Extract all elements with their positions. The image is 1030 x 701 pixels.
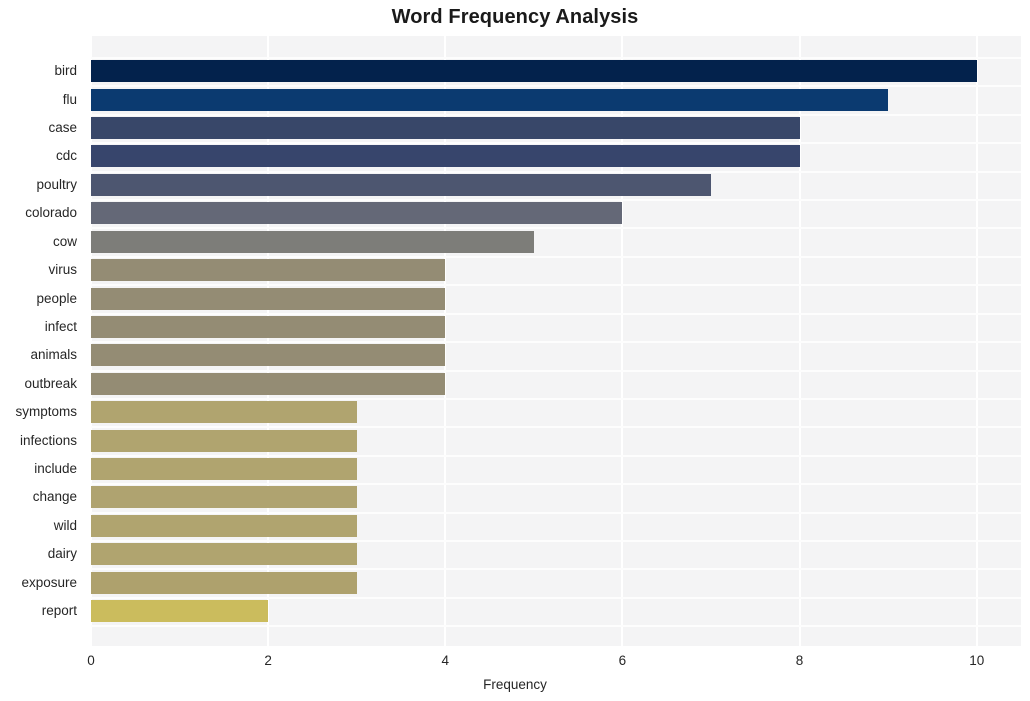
bar-change [91, 486, 357, 509]
x-tick-label-2: 2 [264, 653, 272, 668]
y-tick-label-colorado: colorado [25, 205, 77, 221]
y-tick-label-cow: cow [52, 233, 77, 249]
y-tick-label-people: people [36, 290, 77, 306]
chart-title: Word Frequency Analysis [391, 6, 639, 28]
bar-dairy [91, 543, 357, 566]
y-tick-label-bird: bird [54, 63, 77, 79]
bar-case [91, 117, 800, 140]
y-axis-tick-labels: bird flu case cdc poultry colorado cow virus peo… [0, 36, 85, 646]
bar-bird [91, 60, 977, 83]
y-tick-label-outbreak: outbreak [24, 375, 77, 391]
y-tick-label-virus: virus [48, 262, 77, 278]
y-tick-label-symptoms: symptoms [15, 404, 77, 420]
x-tick-label-0: 0 [87, 653, 95, 668]
x-tick-label-10: 10 [969, 653, 985, 668]
x-tick-label-4: 4 [441, 653, 450, 668]
bar-infect [91, 315, 446, 338]
y-tick-label-poultry: poultry [36, 176, 77, 192]
bar-people [91, 287, 446, 310]
bar-animals [91, 344, 446, 367]
bar-outbreak [91, 372, 446, 395]
x-axis: Frequency 0 2 4 6 8 10 [0, 646, 1030, 701]
bar-cdc [91, 145, 800, 168]
y-tick-label-flu: flu [62, 91, 77, 107]
y-tick-label-change: change [32, 489, 77, 505]
bar-exposure [91, 571, 357, 594]
bar-include [91, 457, 357, 480]
y-tick-label-exposure: exposure [21, 574, 77, 590]
bar-colorado [91, 202, 623, 225]
x-tick-label-6: 6 [618, 653, 627, 668]
y-tick-label-wild: wild [53, 517, 77, 533]
plot-area [90, 36, 1021, 646]
word-frequency-chart: Word Frequency Analysis bird flu case cdc po… [0, 0, 1030, 701]
x-axis-title: Frequency [483, 677, 547, 692]
bars-layer [91, 36, 1021, 646]
bar-symptoms [91, 401, 357, 424]
y-tick-label-dairy: dairy [47, 546, 77, 562]
bar-flu [91, 88, 889, 111]
bar-poultry [91, 173, 711, 196]
bar-cow [91, 230, 534, 253]
y-tick-label-include: include [34, 460, 77, 476]
y-tick-label-animals: animals [30, 347, 77, 363]
bar-report [91, 600, 269, 623]
x-tick-label-8: 8 [795, 653, 804, 668]
y-tick-label-infect: infect [44, 318, 77, 334]
y-tick-label-cdc: cdc [55, 148, 77, 164]
bar-virus [91, 259, 446, 282]
bar-infections [91, 429, 357, 452]
y-tick-label-case: case [48, 120, 77, 136]
y-tick-label-infections: infections [19, 432, 77, 448]
y-tick-label-report: report [41, 603, 77, 619]
bar-wild [91, 514, 357, 537]
